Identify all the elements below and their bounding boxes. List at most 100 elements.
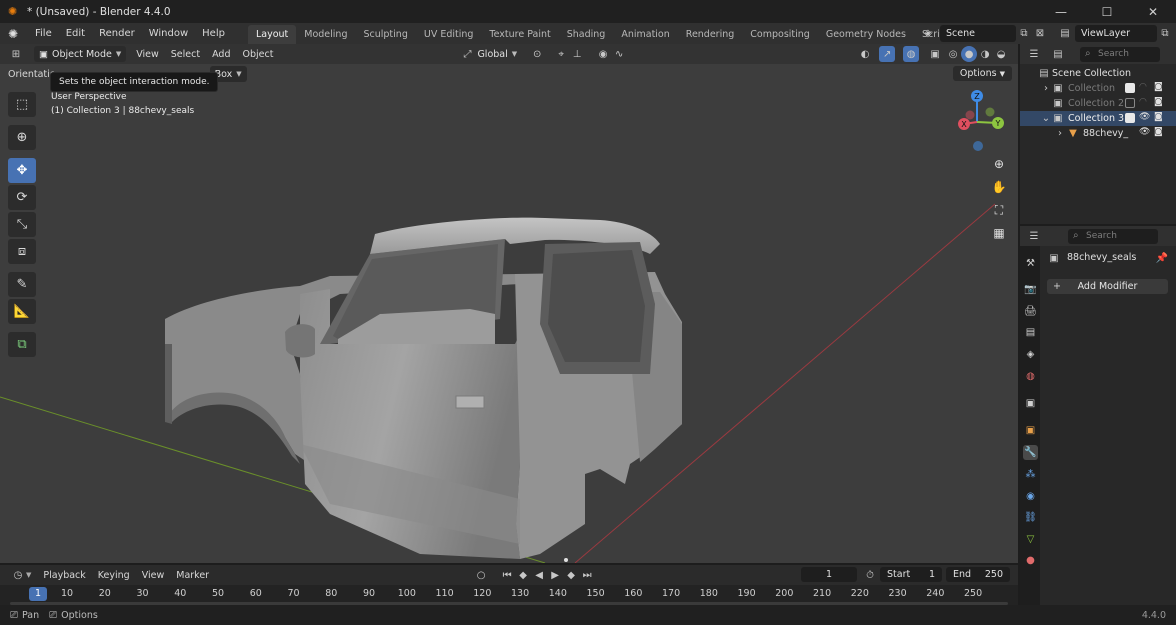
tab-shading[interactable]: Shading <box>559 25 614 44</box>
jump-end-icon[interactable]: ⏭ <box>579 567 595 583</box>
outliner-row-collection-3[interactable]: ⌄ ▣ Collection 3 👁 ◙ <box>1020 111 1176 126</box>
hide-eye-icon[interactable]: 👁 <box>1139 127 1151 139</box>
pin-icon[interactable]: 📌 <box>1154 250 1170 266</box>
view-layer-selector[interactable]: ▤ ViewLayer ⧉ <box>1055 25 1173 42</box>
current-frame-field[interactable]: 1 <box>801 567 857 582</box>
solid-shading-icon[interactable]: ● <box>961 46 978 62</box>
output-tab-icon[interactable]: 🖨 <box>1023 304 1038 319</box>
maximize-button[interactable]: ☐ <box>1084 0 1130 23</box>
transform-tool[interactable]: ⧈ <box>8 239 36 264</box>
wireframe-shading-icon[interactable]: ◎ <box>945 46 961 62</box>
options-dropdown[interactable]: Options ▼ <box>952 66 1012 81</box>
pin-scene-icon[interactable]: ⧉ <box>1016 26 1032 42</box>
scene-name-field[interactable]: Scene <box>940 25 1016 42</box>
tab-compositing[interactable]: Compositing <box>742 25 818 44</box>
display-mode-icon[interactable]: ▤ <box>1050 46 1066 62</box>
viewport-menu-select[interactable]: Select <box>165 49 206 60</box>
timeline-menu-view[interactable]: View <box>136 570 171 581</box>
scene-tab-icon[interactable]: ◈ <box>1023 347 1038 362</box>
include-checkbox[interactable] <box>1125 98 1135 108</box>
falloff-icon[interactable]: ∿ <box>611 46 627 62</box>
move-tool[interactable]: ✥ <box>8 158 36 183</box>
include-checkbox[interactable] <box>1125 83 1135 93</box>
world-tab-icon[interactable]: ◍ <box>1023 369 1038 384</box>
render-camera-icon[interactable]: ◙ <box>1154 97 1166 109</box>
material-tab-icon[interactable]: ● <box>1023 553 1038 568</box>
outliner-scene-collection[interactable]: ▤ Scene Collection <box>1020 66 1176 81</box>
material-shading-icon[interactable]: ◑ <box>977 46 993 62</box>
view-layer-name-field[interactable]: ViewLayer <box>1075 25 1157 42</box>
view-layer-tab-icon[interactable]: ▤ <box>1023 325 1038 340</box>
viewport-menu-add[interactable]: Add <box>206 49 236 60</box>
pan-hand-icon[interactable]: ✋ <box>988 177 1010 197</box>
snap-icon[interactable]: ⌖ <box>553 46 569 62</box>
tab-layout[interactable]: Layout <box>247 25 297 44</box>
constraints-tab-icon[interactable]: ⛓ <box>1023 510 1038 525</box>
modifier-tab-icon[interactable]: 🔧 <box>1023 445 1038 460</box>
tab-animation[interactable]: Animation <box>613 25 677 44</box>
viewport-menu-object[interactable]: Object <box>236 49 279 60</box>
snap-target-icon[interactable]: ⊥ <box>569 46 585 62</box>
end-frame-field[interactable]: End 250 <box>946 567 1010 582</box>
3d-viewport[interactable]: ⊞ ▣ Object Mode ▼ View Select Add Object… <box>0 44 1018 563</box>
menu-render[interactable]: Render <box>92 23 142 44</box>
menu-file[interactable]: File <box>28 23 59 44</box>
editor-type-icon[interactable]: ⊞ <box>8 46 24 62</box>
play-icon[interactable]: ▶ <box>547 567 563 583</box>
xray-toggle-icon[interactable]: ▣ <box>927 46 943 62</box>
overlay-toggle-icon[interactable]: ◍ <box>903 46 920 62</box>
include-checkbox[interactable] <box>1125 113 1135 123</box>
hide-eye-icon[interactable]: 👁 <box>1139 112 1151 124</box>
menu-edit[interactable]: Edit <box>59 23 92 44</box>
tab-sculpting[interactable]: Sculpting <box>355 25 415 44</box>
timeline-ruler[interactable]: 1 10 20 30 40 50 60 70 80 90 100 110 120 130 140 150 16… <box>0 585 1018 605</box>
annotate-tool[interactable]: ✎ <box>8 272 36 297</box>
blender-menu-icon[interactable]: ✺ <box>8 27 28 41</box>
add-cube-tool[interactable]: ⧉ <box>8 332 36 357</box>
current-frame-indicator[interactable]: 1 <box>29 587 47 601</box>
proportional-edit-icon[interactable]: ◉ <box>595 46 611 62</box>
tab-geometry-nodes[interactable]: Geometry Nodes <box>818 25 914 44</box>
tab-modeling[interactable]: Modeling <box>296 25 355 44</box>
navigation-gizmo[interactable]: Z X Y <box>945 90 1015 156</box>
outliner-row-collection-2[interactable]: ▣ Collection 2 ◠ ◙ <box>1020 96 1176 111</box>
play-reverse-icon[interactable]: ◀ <box>531 567 547 583</box>
new-scene-icon[interactable]: ⊠ <box>1032 26 1048 42</box>
viewport-canvas[interactable] <box>0 44 1018 563</box>
scale-tool[interactable]: ⤡ <box>8 212 36 237</box>
gizmo-toggle-icon[interactable]: ↗ <box>879 46 896 62</box>
render-camera-icon[interactable]: ◙ <box>1154 127 1166 139</box>
rotate-tool[interactable]: ⟳ <box>8 185 36 210</box>
hide-eye-icon[interactable]: ◠ <box>1139 97 1151 109</box>
render-camera-icon[interactable]: ◙ <box>1154 112 1166 124</box>
properties-search-input[interactable]: Search <box>1068 228 1158 244</box>
timeline-menu-playback[interactable]: Playback <box>37 570 91 581</box>
object-tab-icon[interactable]: ▣ <box>1023 423 1038 438</box>
cursor-tool[interactable]: ⊕ <box>8 125 36 150</box>
start-frame-field[interactable]: Start 1 <box>880 567 942 582</box>
timeline-menu-keying[interactable]: Keying <box>92 570 136 581</box>
particles-tab-icon[interactable]: ⁂ <box>1023 467 1038 482</box>
new-view-layer-icon[interactable]: ⧉ <box>1157 26 1173 42</box>
scene-selector[interactable]: ◈ Scene ⧉ ⊠ <box>918 25 1048 42</box>
menu-help[interactable]: Help <box>195 23 232 44</box>
jump-start-icon[interactable]: ⏮ <box>499 567 515 583</box>
select-box-tool[interactable]: ⬚ <box>8 92 36 117</box>
outliner-editor-icon[interactable]: ☰ <box>1026 46 1042 62</box>
truck-body-mesh[interactable] <box>165 217 682 559</box>
tab-rendering[interactable]: Rendering <box>678 25 743 44</box>
object-mode-dropdown[interactable]: ▣ Object Mode ▼ <box>34 46 127 62</box>
timeline-editor-icon[interactable]: ◷ <box>10 567 26 583</box>
next-keyframe-icon[interactable]: ◆ <box>563 567 579 583</box>
transform-orientation-dropdown[interactable]: ⤢ Global ▼ <box>459 46 517 62</box>
auto-keying-icon[interactable]: ○ <box>473 567 489 583</box>
render-tab-icon[interactable]: 📷 <box>1023 282 1038 297</box>
rendered-shading-icon[interactable]: ◒ <box>993 46 1009 62</box>
tab-texture-paint[interactable]: Texture Paint <box>481 25 558 44</box>
hide-eye-icon[interactable]: ◠ <box>1139 82 1151 94</box>
tool-tab-icon[interactable]: ⚒ <box>1023 256 1038 271</box>
close-button[interactable]: ✕ <box>1130 0 1176 23</box>
render-camera-icon[interactable]: ◙ <box>1154 82 1166 94</box>
outliner-search-input[interactable]: Search <box>1080 46 1160 62</box>
perspective-grid-icon[interactable]: ▦ <box>988 223 1010 243</box>
